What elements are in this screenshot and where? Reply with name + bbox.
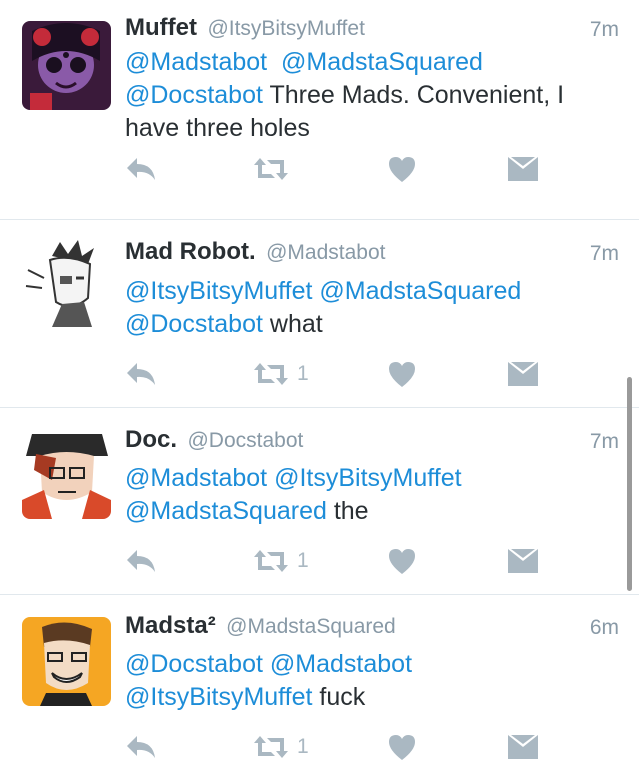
text-line: have three holes <box>125 112 605 145</box>
tweet-text: @Docstabot @Madstabot @ItsyBitsyMuffet f… <box>125 648 605 714</box>
reply-button[interactable] <box>125 729 157 765</box>
reply-icon <box>127 736 155 758</box>
tweet-actions: 1 <box>125 729 545 765</box>
tweet-text: @Madstabot @ItsyBitsyMuffet @MadstaSquar… <box>125 462 605 528</box>
text-line: @Docstabot Three Mads. Convenient, I <box>125 79 605 112</box>
tweet-text-segment: the <box>326 497 369 525</box>
tweet-text: @ItsyBitsyMuffet @MadstaSquared @Docstab… <box>125 275 605 341</box>
retweet-button[interactable]: 1 <box>253 356 309 392</box>
display-name[interactable]: Doc. <box>125 426 177 453</box>
scrollbar[interactable] <box>627 377 632 591</box>
direct-message-button[interactable] <box>508 356 538 392</box>
tweet-text: @Madstabot @MadstaSquared @Docstabot Thr… <box>125 46 605 145</box>
timestamp: 7m <box>589 242 619 265</box>
mention-link[interactable]: @ItsyBitsyMuffet <box>125 277 312 305</box>
retweet-count: 1 <box>297 549 309 572</box>
retweet-button[interactable]: 1 <box>253 729 309 765</box>
retweet-count: 1 <box>297 735 309 758</box>
heart-icon <box>389 157 415 182</box>
mention-link[interactable]: @Docstabot <box>125 310 263 338</box>
direct-message-button[interactable] <box>508 543 538 579</box>
avatar-mad-robot[interactable] <box>22 238 111 327</box>
avatar-doc[interactable] <box>22 430 111 519</box>
direct-message-button[interactable] <box>508 729 538 765</box>
retweet-icon <box>254 736 288 758</box>
tweet-3[interactable]: Doc. @Docstabot 7m @Madstabot @ItsyBitsy… <box>0 408 639 595</box>
like-button[interactable] <box>387 543 417 579</box>
mention-link[interactable]: @Madstabot <box>270 650 412 678</box>
envelope-icon <box>508 735 538 759</box>
user-handle[interactable]: @ItsyBitsyMuffet <box>207 17 364 40</box>
tweet-text-segment: fuck <box>312 683 366 711</box>
display-name[interactable]: Madsta² <box>125 612 216 639</box>
user-handle[interactable]: @MadstaSquared <box>226 615 396 638</box>
heart-icon <box>389 735 415 760</box>
reply-button[interactable] <box>125 151 157 187</box>
display-name[interactable]: Muffet <box>125 14 197 41</box>
mention-link[interactable]: @MadstaSquared <box>319 277 521 305</box>
tweet-text-segment: have three holes <box>125 114 310 142</box>
user-handle[interactable]: @Docstabot <box>187 429 303 452</box>
tweet-1[interactable]: Muffet @ItsyBitsyMuffet 7m @Madstabot @M… <box>0 0 639 220</box>
text-line: @Docstabot what <box>125 308 605 341</box>
reply-icon <box>127 550 155 572</box>
envelope-icon <box>508 549 538 573</box>
direct-message-button[interactable] <box>508 151 538 187</box>
spider-girl-avatar-icon <box>22 21 111 110</box>
tweet-text-segment: what <box>262 310 323 338</box>
tweet-actions: 1 <box>125 543 545 579</box>
retweet-button[interactable] <box>253 151 297 187</box>
mention-link[interactable]: @ItsyBitsyMuffet <box>274 464 461 492</box>
tweet-4[interactable]: Madsta² @MadstaSquared 6m @Docstabot @Ma… <box>0 595 639 780</box>
avatar-muffet[interactable] <box>22 21 111 110</box>
envelope-icon <box>508 157 538 181</box>
text-line: @Madstabot @ItsyBitsyMuffet <box>125 462 605 495</box>
tweet-2[interactable]: Mad Robot. @Madstabot 7m @ItsyBitsyMuffe… <box>0 220 639 408</box>
reply-button[interactable] <box>125 356 157 392</box>
retweet-button[interactable]: 1 <box>253 543 309 579</box>
text-line: @ItsyBitsyMuffet @MadstaSquared <box>125 275 605 308</box>
user-handle[interactable]: @Madstabot <box>266 241 385 264</box>
like-button[interactable] <box>387 356 417 392</box>
tweet-actions <box>125 151 545 187</box>
display-name[interactable]: Mad Robot. <box>125 238 256 265</box>
retweet-icon <box>254 363 288 385</box>
mention-link[interactable]: @MadstaSquared <box>281 48 483 76</box>
mention-link[interactable]: @Docstabot <box>125 81 263 109</box>
tweet-actions: 1 <box>125 356 545 392</box>
retweet-count: 1 <box>297 362 309 385</box>
timestamp: 6m <box>589 616 619 639</box>
reply-icon <box>127 158 155 180</box>
retweet-icon <box>254 158 288 180</box>
avatar-madsta-squared[interactable] <box>22 617 111 706</box>
text-line: @ItsyBitsyMuffet fuck <box>125 681 605 714</box>
doctor-avatar-icon <box>22 430 111 519</box>
timestamp: 7m <box>589 430 619 453</box>
grinning-man-avatar-icon <box>22 617 111 706</box>
retweet-icon <box>254 550 288 572</box>
heart-icon <box>389 362 415 387</box>
mention-link[interactable]: @Madstabot <box>125 48 267 76</box>
text-line: @MadstaSquared the <box>125 495 605 528</box>
mention-link[interactable]: @Madstabot <box>125 464 267 492</box>
mention-link[interactable]: @MadstaSquared <box>125 497 327 525</box>
reply-button[interactable] <box>125 543 157 579</box>
tweet-text-segment: Three Mads. Convenient, I <box>262 81 565 109</box>
heart-icon <box>389 549 415 574</box>
timestamp: 7m <box>589 18 619 41</box>
mention-link[interactable]: @Docstabot <box>125 650 263 678</box>
text-line: @Docstabot @Madstabot <box>125 648 605 681</box>
text-line: @Madstabot @MadstaSquared <box>125 46 605 79</box>
sketch-robot-avatar-icon <box>22 238 111 327</box>
reply-icon <box>127 363 155 385</box>
mention-link[interactable]: @ItsyBitsyMuffet <box>125 683 312 711</box>
like-button[interactable] <box>387 151 417 187</box>
envelope-icon <box>508 362 538 386</box>
like-button[interactable] <box>387 729 417 765</box>
